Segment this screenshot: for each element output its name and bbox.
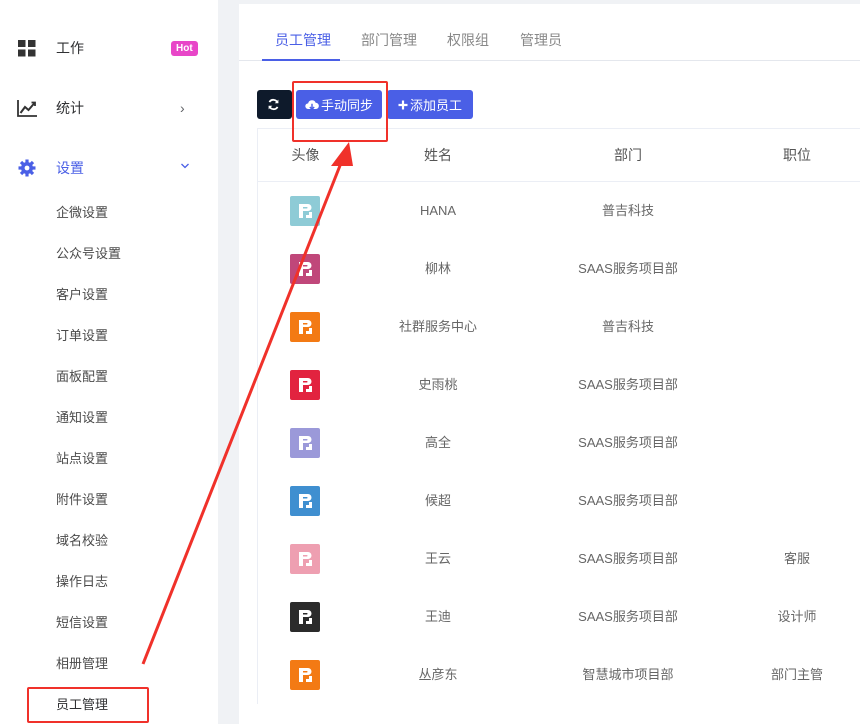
employee-name: 王迪 (424, 609, 451, 624)
sub-item-employee-management[interactable]: 员工管理 (0, 684, 218, 724)
avatar (290, 602, 320, 632)
sub-item-operation-log[interactable]: 操作日志 (0, 561, 218, 602)
employee-name: 候超 (424, 493, 451, 508)
sub-item-notification-settings[interactable]: 通知设置 (0, 397, 218, 438)
employee-department: SAAS服务项目部 (578, 551, 678, 566)
sub-item-panel-config[interactable]: 面板配置 (0, 356, 218, 397)
sub-item-official-account-settings[interactable]: 公众号设置 (0, 233, 218, 274)
menu-work[interactable]: 工作 Hot (0, 28, 218, 68)
employee-name: 丛彦东 (418, 667, 458, 682)
table-row[interactable]: 王迪 SAAS服务项目部 设计师 (258, 588, 860, 646)
trend-chart-icon (17, 100, 37, 117)
employee-table: 头像 姓名 部门 职位 HANA 普吉科技 柳林 SAAS服务项目部 社群服务中心 普吉科… (257, 128, 860, 704)
active-tab-indicator (262, 59, 340, 61)
cloud-download-icon (305, 99, 319, 110)
plus-icon (398, 100, 408, 109)
sub-item-wecom-settings[interactable]: 企微设置 (0, 192, 218, 233)
main-card: 员工管理 部门管理 权限组 管理员 手动同步 添加员工 头像 姓名 部门 职位 … (239, 4, 860, 724)
sub-item-customer-settings[interactable]: 客户设置 (0, 274, 218, 315)
avatar (290, 196, 320, 226)
avatar (290, 312, 320, 342)
avatar (290, 544, 320, 574)
avatar (290, 254, 320, 284)
table-body: HANA 普吉科技 柳林 SAAS服务项目部 社群服务中心 普吉科技 史雨桃 SAAS服务项目… (258, 182, 860, 704)
settings-submenu: 企微设置 公众号设置 客户设置 订单设置 面板配置 通知设置 站点设置 附件设置… (0, 192, 218, 724)
sidebar: 工作 Hot 统计 › 设置 企微设置 公众号设置 客户设置 订单设置 面板配置… (0, 0, 218, 724)
sub-item-domain-verification[interactable]: 域名校验 (0, 520, 218, 561)
table-row[interactable]: 社群服务中心 普吉科技 (258, 298, 860, 356)
manual-sync-button[interactable]: 手动同步 (296, 90, 382, 119)
employee-department: 普吉科技 (601, 319, 654, 334)
employee-position: 设计师 (777, 609, 817, 624)
employee-name: 王云 (424, 551, 451, 566)
employee-department: SAAS服务项目部 (578, 493, 678, 508)
tab-department-management[interactable]: 部门管理 (361, 30, 417, 50)
employee-department: 普吉科技 (601, 203, 654, 218)
table-header: 头像 姓名 部门 职位 (258, 128, 860, 182)
avatar (290, 428, 320, 458)
sub-item-attachment-settings[interactable]: 附件设置 (0, 479, 218, 520)
employee-name: 社群服务中心 (398, 319, 477, 334)
tab-administrator[interactable]: 管理员 (520, 30, 562, 50)
avatar (290, 486, 320, 516)
grid-icon (18, 40, 36, 57)
employee-position: 部门主管 (770, 667, 823, 682)
employee-department: 智慧城市项目部 (582, 667, 674, 682)
table-row[interactable]: 史雨桃 SAAS服务项目部 (258, 356, 860, 414)
menu-settings[interactable]: 设置 (0, 148, 218, 188)
column-header-department: 部门 (614, 147, 642, 163)
hot-badge: Hot (171, 41, 198, 56)
refresh-button[interactable] (257, 90, 292, 119)
chevron-right-icon: › (180, 100, 185, 116)
sub-item-sms-settings[interactable]: 短信设置 (0, 602, 218, 643)
menu-stats-label: 统计 (56, 100, 84, 116)
column-header-avatar: 头像 (291, 147, 320, 163)
column-header-name: 姓名 (424, 147, 452, 163)
employee-department: SAAS服务项目部 (578, 609, 678, 624)
table-row[interactable]: 候超 SAAS服务项目部 (258, 472, 860, 530)
table-row[interactable]: 高全 SAAS服务项目部 (258, 414, 860, 472)
menu-work-label: 工作 (56, 40, 84, 56)
employee-department: SAAS服务项目部 (578, 261, 678, 276)
tab-permission-group[interactable]: 权限组 (447, 30, 489, 50)
sub-item-site-settings[interactable]: 站点设置 (0, 438, 218, 479)
table-row[interactable]: HANA 普吉科技 (258, 182, 860, 240)
add-employee-button[interactable]: 添加员工 (387, 90, 473, 119)
employee-name: HANA (419, 203, 457, 218)
menu-stats[interactable]: 统计 › (0, 88, 218, 128)
employee-position: 客服 (783, 551, 810, 566)
gear-icon (18, 159, 36, 177)
table-row[interactable]: 丛彦东 智慧城市项目部 部门主管 (258, 646, 860, 704)
sub-item-album-management[interactable]: 相册管理 (0, 643, 218, 684)
chevron-down-icon (180, 158, 190, 174)
manual-sync-label: 手动同步 (320, 98, 373, 113)
employee-department: SAAS服务项目部 (578, 377, 678, 392)
table-row[interactable]: 柳林 SAAS服务项目部 (258, 240, 860, 298)
employee-department: SAAS服务项目部 (578, 435, 678, 450)
avatar (290, 370, 320, 400)
column-header-position: 职位 (783, 147, 811, 163)
tab-employee-management[interactable]: 员工管理 (275, 30, 331, 50)
tab-bar: 员工管理 部门管理 权限组 管理员 (239, 4, 860, 61)
refresh-icon (268, 98, 279, 111)
sub-item-order-settings[interactable]: 订单设置 (0, 315, 218, 356)
table-row[interactable]: 王云 SAAS服务项目部 客服 (258, 530, 860, 588)
add-employee-label: 添加员工 (409, 98, 462, 113)
avatar (290, 660, 320, 690)
employee-name: 柳林 (424, 261, 451, 276)
employee-name: 高全 (424, 435, 451, 450)
employee-name: 史雨桃 (418, 377, 458, 392)
menu-settings-label: 设置 (56, 160, 84, 176)
